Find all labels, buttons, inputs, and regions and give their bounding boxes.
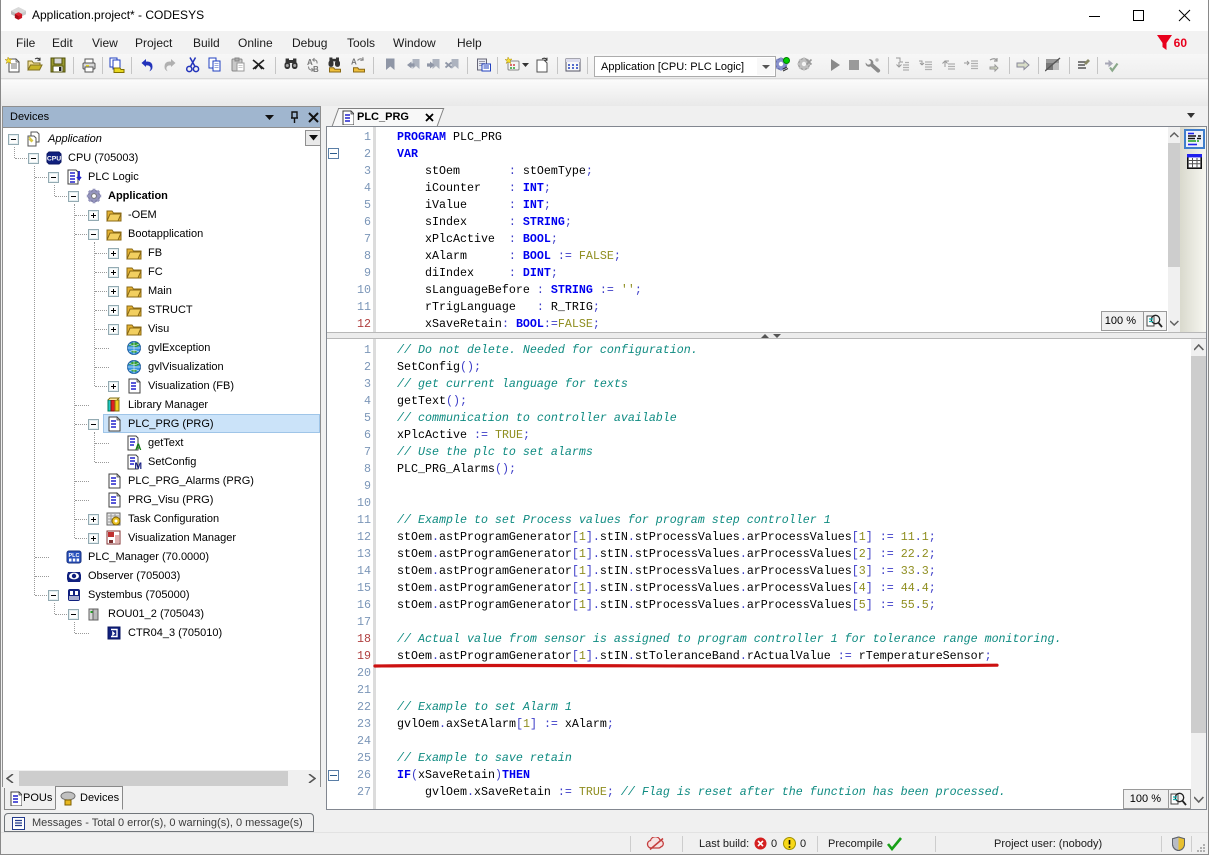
svg-text:A: A [351, 58, 357, 67]
svg-text:B: B [313, 65, 319, 73]
